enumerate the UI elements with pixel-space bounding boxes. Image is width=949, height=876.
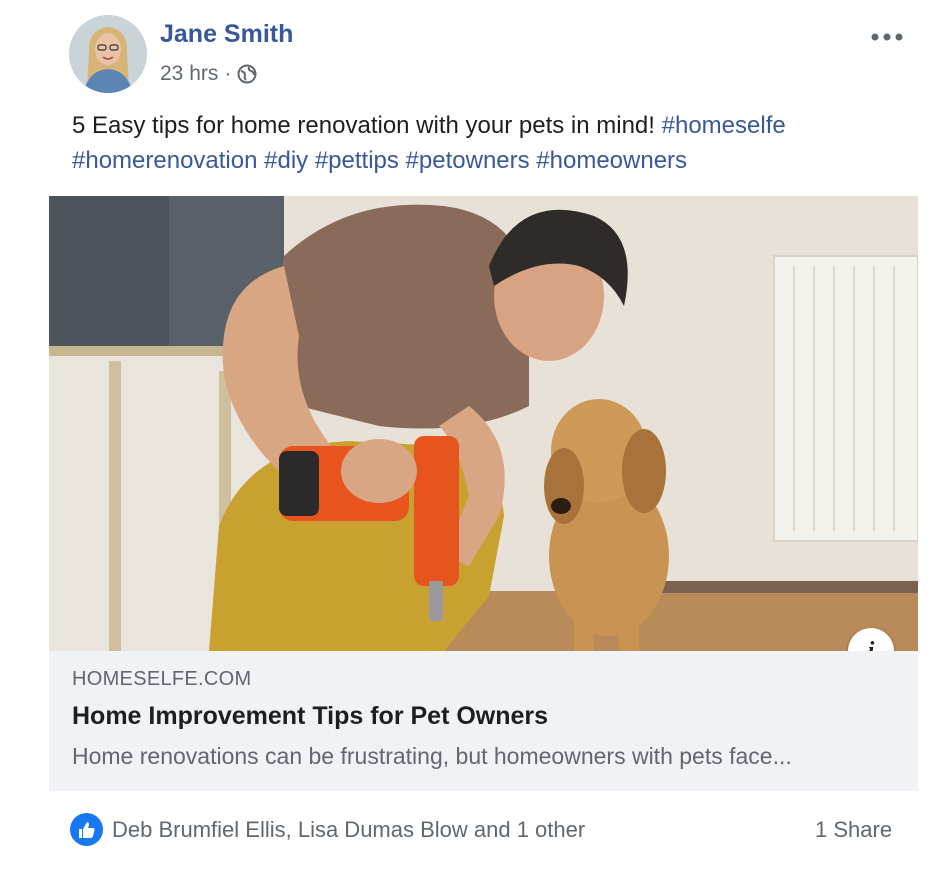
man-with-drill-and-dog-photo <box>49 196 918 651</box>
meta-separator: · <box>224 62 232 85</box>
likers-list[interactable]: Deb Brumfiel Ellis, Lisa Dumas Blow and … <box>112 817 585 843</box>
avatar-image <box>69 15 147 93</box>
post-text-main: 5 Easy tips for home renovation with you… <box>72 112 655 139</box>
link-title[interactable]: Home Improvement Tips for Pet Owners <box>72 702 548 731</box>
post-text: 5 Easy tips for home renovation with you… <box>72 108 902 178</box>
share-count[interactable]: 1 Share <box>815 817 892 843</box>
author-name[interactable]: Jane Smith <box>160 20 293 49</box>
reactions-bar: Deb Brumfiel Ellis, Lisa Dumas Blow and … <box>0 800 949 860</box>
globe-icon[interactable] <box>237 64 257 84</box>
avatar[interactable] <box>69 15 147 93</box>
more-options-icon[interactable] <box>870 22 904 48</box>
link-preview-box[interactable]: HOMESELFE.COM Home Improvement Tips for … <box>49 651 918 791</box>
thumbs-up-icon[interactable] <box>70 813 103 846</box>
post-header: Jane Smith 23 hrs · <box>0 0 949 110</box>
post-meta: 23 hrs · <box>160 62 257 86</box>
link-description: Home renovations can be frustrating, but… <box>72 743 792 769</box>
link-domain: HOMESELFE.COM <box>72 668 252 690</box>
link-preview-image[interactable] <box>49 196 918 651</box>
post-time[interactable]: 23 hrs <box>160 62 218 86</box>
